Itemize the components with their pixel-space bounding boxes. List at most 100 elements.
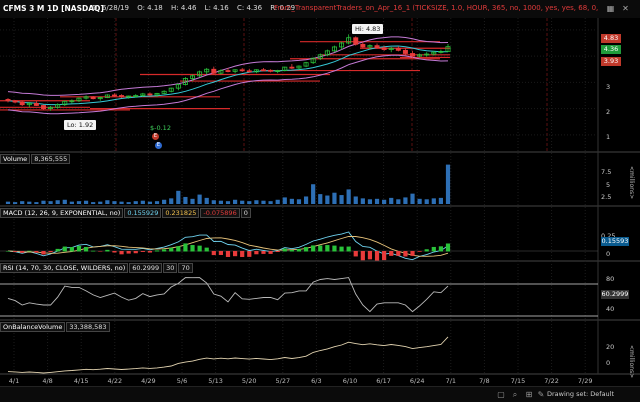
ohlc-readout: D: 6/28/19 O: 4.18 H: 4.46 L: 4.16 C: 4.… [92, 4, 301, 12]
volume-bar [147, 201, 153, 204]
volume-bar [91, 202, 96, 204]
rsi-header[interactable]: RSI (14, 70, 30, CLOSE, WILDERS, no) 60.2… [0, 263, 194, 273]
macd-histogram-bar [48, 251, 53, 253]
event-marker-icon[interactable]: E [155, 142, 162, 149]
close-icon[interactable]: ✕ [620, 3, 631, 14]
macd-zero-value: 0 [240, 208, 251, 218]
footer-toolbar: ▢ ⌕ ⊞ ✎ Drawing set: Default [0, 386, 640, 402]
volume-bar [225, 201, 231, 204]
candle-body [12, 100, 18, 103]
volume-bar [268, 201, 273, 204]
macd-histogram-bar [20, 251, 25, 253]
macd-histogram-bar [183, 243, 188, 252]
candle-body [402, 49, 408, 54]
volume-bar [183, 196, 188, 204]
candle-body [246, 70, 252, 73]
date-tick: 7/29 [577, 377, 593, 385]
volume-bar [83, 200, 89, 204]
macd-histogram-bar [126, 251, 131, 254]
volume-bar [211, 200, 216, 204]
volume-bar [417, 198, 422, 204]
candle-body [211, 68, 217, 74]
date-tick: 4/15 [73, 377, 89, 385]
volume-bar [133, 201, 138, 204]
macd-histogram-bar [233, 251, 238, 257]
volume-tick: 2.5 [601, 193, 612, 201]
zoom-in-icon[interactable]: ⊞ [524, 390, 534, 399]
volume-bar [247, 201, 252, 204]
volume-bar [275, 199, 280, 204]
candle-body [19, 101, 25, 106]
macd-histogram-bar [34, 251, 39, 253]
date-tick: 7/15 [510, 377, 526, 385]
earnings-marker-icon[interactable]: E [152, 133, 159, 140]
volume-bar [240, 200, 245, 204]
candle-body [374, 45, 380, 49]
date-tick: 4/1 [8, 377, 20, 385]
macd-header[interactable]: MACD (12, 26, 9, EXPONENTIAL, no) 0.15592… [0, 208, 252, 218]
candle-body [239, 69, 245, 72]
volume-bar [438, 197, 443, 204]
obv-header[interactable]: OnBalanceVolume 33,388,583 [0, 322, 111, 332]
macd-histogram-bar [5, 251, 11, 252]
macd-histogram-bar [389, 251, 394, 256]
volume-bar [119, 201, 124, 204]
volume-bar [431, 198, 436, 204]
candle-body [289, 66, 295, 69]
volume-bar [396, 199, 401, 204]
macd-histogram-bar [396, 251, 401, 256]
macd-histogram-bar [325, 245, 330, 252]
volume-bar [190, 198, 195, 204]
obv-label: OnBalanceVolume [0, 322, 66, 332]
rsi-tick: 80 [606, 275, 615, 283]
date-tick: 5/13 [208, 377, 223, 385]
macd-label: MACD (12, 26, 9, EXPONENTIAL, no) [0, 208, 124, 218]
rsi-level-upper: 70 [178, 263, 193, 273]
macd-value-tag: 0.15593 [601, 237, 629, 246]
volume-bar [367, 199, 373, 204]
volume-header[interactable]: Volume 8,365,555 [0, 154, 71, 164]
pencil-icon[interactable]: ✎ [536, 390, 546, 399]
volume-value: 8,365,555 [31, 154, 71, 164]
study-label[interactable]: From_TransparentTraders_on_Apr_16_1 (TIC… [274, 4, 599, 12]
volume-bar [48, 201, 53, 204]
price-tick: 3 [606, 83, 611, 91]
search-icon[interactable]: ⌕ [510, 390, 520, 399]
candle-body [111, 94, 117, 97]
macd-histogram-bar [119, 251, 124, 255]
zoom-out-icon[interactable]: ▢ [496, 390, 506, 399]
macd-histogram-bar [105, 249, 110, 252]
macd-histogram-bar [247, 251, 252, 257]
layout-icon[interactable]: ▦ [605, 3, 616, 14]
volume-bar [403, 197, 408, 204]
drawing-set-selector[interactable]: Drawing set: Default [547, 390, 614, 398]
macd-histogram-bar [296, 248, 302, 252]
date-tick: 6/17 [376, 377, 391, 385]
candle-body [147, 93, 153, 96]
symbol-label[interactable]: CFMS 3 M 1D [NASDAQ] [3, 4, 104, 13]
macd-histogram-bar [41, 251, 46, 255]
volume-bar [346, 189, 351, 204]
volume-bar [353, 196, 358, 204]
volume-bar [176, 190, 181, 204]
volume-bar [62, 199, 67, 204]
macd-value: 0.155929 [124, 208, 162, 218]
close-readout: C: 4.36 [236, 4, 263, 12]
volume-bar [126, 202, 131, 204]
rsi-value: 60.2999 [129, 263, 163, 273]
candle-body [119, 95, 125, 98]
low-readout: L: 4.16 [204, 4, 229, 12]
volume-bar [55, 200, 60, 204]
macd-histogram-bar [147, 251, 153, 253]
volume-bar [5, 201, 11, 204]
macd-histogram-bar [204, 247, 209, 252]
date-tick: 7/1 [445, 377, 457, 385]
macd-histogram-bar [140, 251, 145, 252]
volume-bar [445, 164, 451, 204]
last-price-tag: 4.36 [601, 45, 621, 54]
volume-bar [233, 199, 238, 204]
macd-histogram-bar [403, 251, 408, 257]
candle-body [268, 69, 274, 72]
macd-histogram-bar [282, 248, 287, 252]
macd-histogram-bar [360, 251, 365, 261]
